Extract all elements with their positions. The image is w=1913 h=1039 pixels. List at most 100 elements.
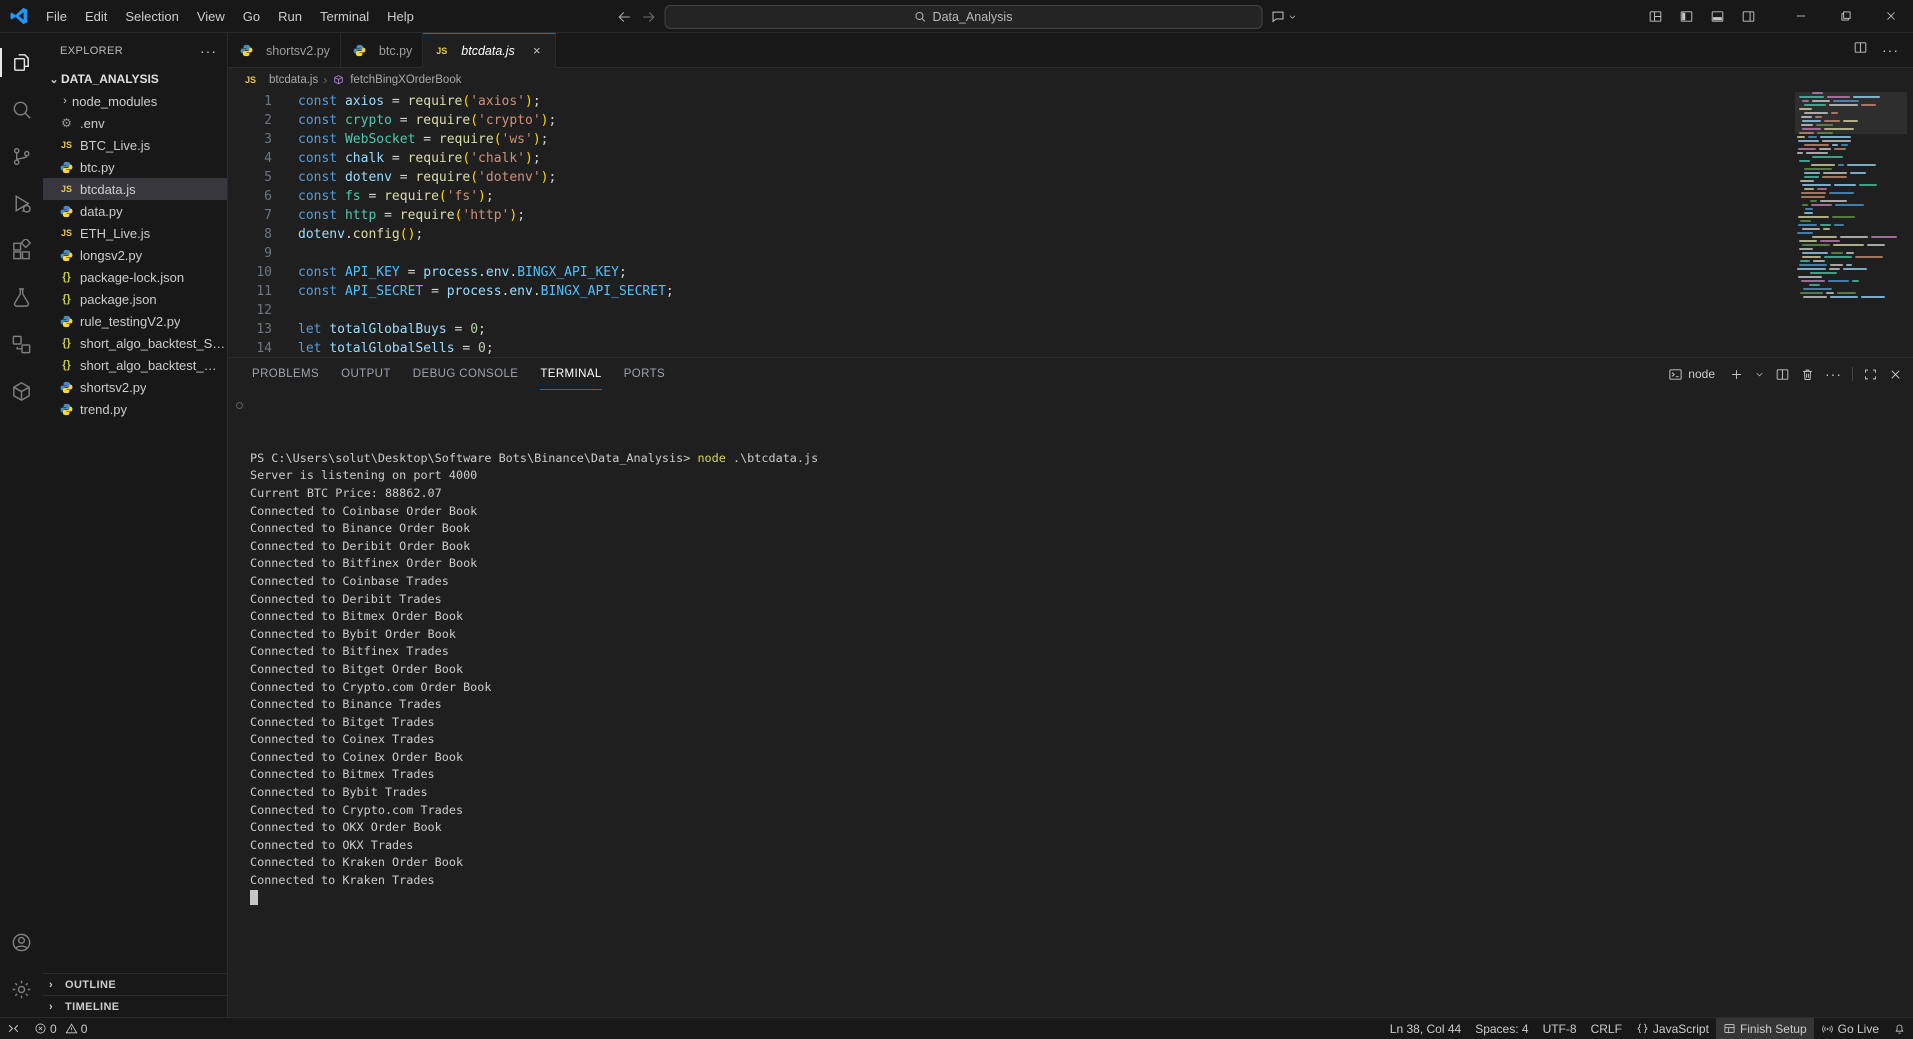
minimap-token [1802,100,1809,102]
activity-extensions-icon[interactable] [0,227,43,274]
chevron-down-icon [1287,12,1297,22]
close-tab-icon[interactable]: × [529,43,545,58]
split-editor-icon[interactable] [1853,40,1868,60]
tree-item--env[interactable]: ⚙.env [43,112,227,134]
terminal-dropdown-icon[interactable] [1754,369,1765,380]
terminal-line: Connected to Bitget Order Book [250,661,1913,679]
minimize-button[interactable] [1778,0,1823,33]
kill-terminal-icon[interactable] [1800,367,1815,382]
code-token: const [298,132,345,147]
problems-indicator[interactable]: 0 0 [27,1018,99,1039]
code-token: ) [533,132,541,147]
tree-item-package-lock-json[interactable]: {}package-lock.json [43,266,227,288]
minimap-token [1802,256,1821,258]
panel-more-actions-icon[interactable]: ··· [1825,366,1842,382]
menu-edit[interactable]: Edit [76,5,116,28]
explorer-more-actions-icon[interactable]: ··· [200,43,217,59]
minimap-token [1804,104,1826,106]
panel-tab-problems[interactable]: PROBLEMS [252,358,319,390]
breadcrumb[interactable]: JS btcdata.js › fetchBingXOrderBook [228,68,1913,92]
panel-tab-output[interactable]: OUTPUT [341,358,391,390]
tree-item-package-json[interactable]: {}package.json [43,288,227,310]
tree-item-shortsv2-py[interactable]: shortsv2.py [43,376,227,398]
tree-item-node-modules[interactable]: ›node_modules [43,90,227,112]
tree-item-data-py[interactable]: data.py [43,200,227,222]
tree-item-btc-py[interactable]: btc.py [43,156,227,178]
minimap-token [1823,172,1847,174]
panel-tab-terminal[interactable]: TERMINAL [540,358,601,390]
tree-root[interactable]: ⌄DATA_ANALYSIS [43,68,227,90]
minimap-token [1812,156,1843,158]
customize-layout-icon[interactable] [1648,9,1663,24]
tree-item-btcdata-js[interactable]: JSbtcdata.js [43,178,227,200]
tree-item-eth-live-js[interactable]: JSETH_Live.js [43,222,227,244]
menu-help[interactable]: Help [378,5,423,28]
activity-testing-icon[interactable] [0,274,43,321]
activity-account-icon[interactable] [0,919,43,966]
terminal-shell-chip[interactable]: node [1668,367,1715,382]
tab-shortsv2-py[interactable]: shortsv2.py [228,33,341,68]
close-window-button[interactable] [1868,0,1913,33]
minimap-token [1843,268,1867,270]
panel-tab-ports[interactable]: PORTS [624,358,665,390]
activity-run-debug-icon[interactable] [0,180,43,227]
new-terminal-icon[interactable] [1729,367,1744,382]
file-name: longsv2.py [80,248,142,263]
tree-item-btc-live-js[interactable]: JSBTC_Live.js [43,134,227,156]
tab-btcdata-js[interactable]: JSbtcdata.js× [423,33,556,68]
activity-search-icon[interactable] [0,86,43,133]
sidebar-section-timeline[interactable]: ›TIMELINE [43,995,227,1017]
minimap-token [1816,124,1833,126]
toggle-panel-icon[interactable] [1710,9,1725,24]
title-bar: FileEditSelectionViewGoRunTerminalHelp D… [0,0,1913,33]
editor-more-actions-icon[interactable]: ··· [1882,42,1899,58]
activity-settings-icon[interactable] [0,966,43,1013]
breadcrumb-symbol[interactable]: fetchBingXOrderBook [350,74,461,86]
menu-go[interactable]: Go [234,5,269,28]
menu-view[interactable]: View [188,5,234,28]
status-eol[interactable]: CRLF [1584,1018,1629,1039]
status-indentation[interactable]: Spaces: 4 [1468,1018,1535,1039]
search-input[interactable]: Data_Analysis [664,5,1262,29]
sidebar-section-outline[interactable]: ›OUTLINE [43,973,227,995]
status-cursor-position[interactable]: Ln 38, Col 44 [1383,1018,1468,1039]
status-encoding[interactable]: UTF-8 [1536,1018,1584,1039]
activity-explorer-icon[interactable] [0,39,43,86]
status-language-mode[interactable]: JavaScript [1629,1018,1716,1039]
forward-icon[interactable] [640,9,656,25]
tree-item-longsv2-py[interactable]: longsv2.py [43,244,227,266]
status-finish-setup[interactable]: Finish Setup [1716,1018,1814,1039]
activity-source-control-icon[interactable] [0,133,43,180]
menu-terminal[interactable]: Terminal [311,5,378,28]
copilot-button[interactable] [1270,9,1297,24]
minimap[interactable] [1795,92,1907,312]
menu-selection[interactable]: Selection [116,5,187,28]
tree-item-short-algo-backtest-sui-[interactable]: {}short_algo_backtest_SUI... [43,332,227,354]
status-go-live[interactable]: Go Live [1814,1018,1886,1039]
activity-containers-icon[interactable] [0,368,43,415]
code-editor[interactable]: 1234567891011121314 const axios = requir… [228,92,1913,357]
command-decoration-icon[interactable] [236,402,243,409]
code-token: require [415,170,470,185]
menu-file[interactable]: File [37,5,76,28]
toggle-secondary-sidebar-icon[interactable] [1741,9,1756,24]
panel-tab-debug-console[interactable]: DEBUG CONSOLE [413,358,519,390]
menu-run[interactable]: Run [269,5,311,28]
breadcrumb-file[interactable]: btcdata.js [269,74,318,86]
tab-btc-py[interactable]: btc.py [341,33,423,68]
tree-item-trend-py[interactable]: trend.py [43,398,227,420]
notifications-bell[interactable] [1886,1018,1913,1039]
section-label: TIMELINE [65,1001,120,1013]
tree-item-rule-testingv2-py[interactable]: rule_testingV2.py [43,310,227,332]
toggle-primary-sidebar-icon[interactable] [1679,9,1694,24]
close-panel-icon[interactable] [1888,367,1903,382]
split-terminal-icon[interactable] [1775,367,1790,382]
back-icon[interactable] [616,9,632,25]
remote-indicator[interactable] [0,1018,27,1039]
restore-button[interactable] [1823,0,1868,33]
activity-remote-explorer-icon[interactable] [0,321,43,368]
minimap-token [1820,224,1831,226]
terminal-output[interactable]: PS C:\Users\solut\Desktop\Software Bots\… [228,390,1913,1017]
tree-item-short-algo-backtest-wif-[interactable]: {}short_algo_backtest_WIF... [43,354,227,376]
maximize-panel-icon[interactable] [1863,367,1878,382]
